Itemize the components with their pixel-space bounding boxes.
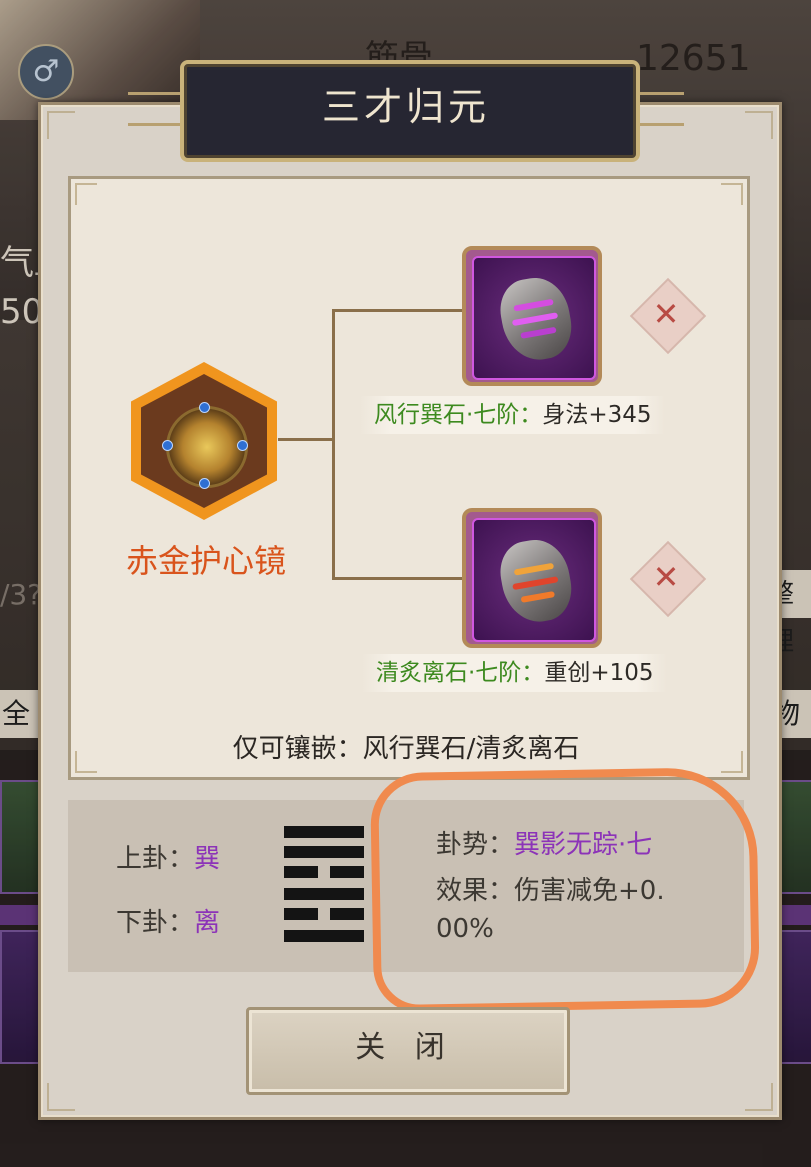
gem-dot: [199, 402, 210, 413]
hexagram-line: [284, 930, 364, 942]
gem-dot: [199, 478, 210, 489]
embed-restriction-text: 仅可镶嵌：风行巽石/清炙离石: [232, 734, 580, 764]
stone-vein: [520, 326, 557, 339]
lower-trigram-label: 下卦：: [116, 908, 195, 938]
close-icon[interactable]: ✕: [641, 552, 691, 602]
panel-corner: [721, 183, 743, 205]
connector-line: [278, 438, 334, 441]
upper-trigram-label: 上卦：: [116, 844, 195, 874]
hexagram-line: [284, 866, 318, 878]
hexagram-line: [330, 908, 364, 920]
gem-slot-inner: [472, 518, 596, 642]
highlight-annotation: [369, 766, 761, 1014]
stone-vein: [513, 298, 554, 312]
hexagram-line: [330, 866, 364, 878]
gem-dot: [162, 440, 173, 451]
gem-dot: [237, 440, 248, 451]
gem-slot-inner: [472, 256, 596, 380]
corner-ornament: [47, 111, 75, 139]
upper-trigram-value: 巽: [194, 844, 221, 874]
lower-trigram-value: 离: [194, 908, 221, 938]
hexagram-line: [284, 846, 364, 858]
gem-slot-2[interactable]: [462, 508, 602, 648]
gem-2-name: 清炙离石·七阶：: [376, 660, 545, 686]
hexagram-line: [284, 826, 364, 838]
dialog-title: 三才归元: [321, 85, 490, 129]
stone-vein: [512, 576, 559, 591]
gem-slot-2-label: 清炙离石·七阶：重创+105: [362, 654, 668, 692]
lower-trigram: 下卦：离: [116, 902, 220, 939]
connector-line: [332, 577, 462, 580]
gem-2-stat: 重创+105: [544, 660, 654, 686]
connector-line: [332, 309, 335, 579]
connector-line: [332, 309, 462, 312]
title-ornament-left: [128, 92, 184, 126]
close-icon[interactable]: ✕: [641, 289, 691, 339]
corner-ornament: [745, 111, 773, 139]
hexagram-line: [284, 908, 318, 920]
panel-corner: [75, 183, 97, 205]
fire-stone-icon: [495, 534, 577, 628]
wind-stone-icon: [495, 272, 577, 366]
stone-vein: [511, 312, 559, 327]
gem-1-name: 风行巽石·七阶：: [374, 402, 543, 428]
gem-1-stat: 身法+345: [542, 402, 652, 428]
gem-slot-1[interactable]: [462, 246, 602, 386]
close-button-label[interactable]: 关 闭: [246, 1007, 564, 1089]
corner-ornament: [47, 1083, 75, 1111]
hexagram-line: [284, 888, 364, 900]
equipment-name: 赤金护心镜: [125, 542, 286, 580]
stone-vein: [520, 591, 556, 603]
upper-trigram: 上卦：巽: [116, 838, 220, 875]
mirror-icon: [166, 406, 248, 488]
stone-vein: [513, 562, 555, 576]
corner-ornament: [745, 1083, 773, 1111]
gem-slot-1-label: 风行巽石·七阶：身法+345: [360, 396, 666, 434]
